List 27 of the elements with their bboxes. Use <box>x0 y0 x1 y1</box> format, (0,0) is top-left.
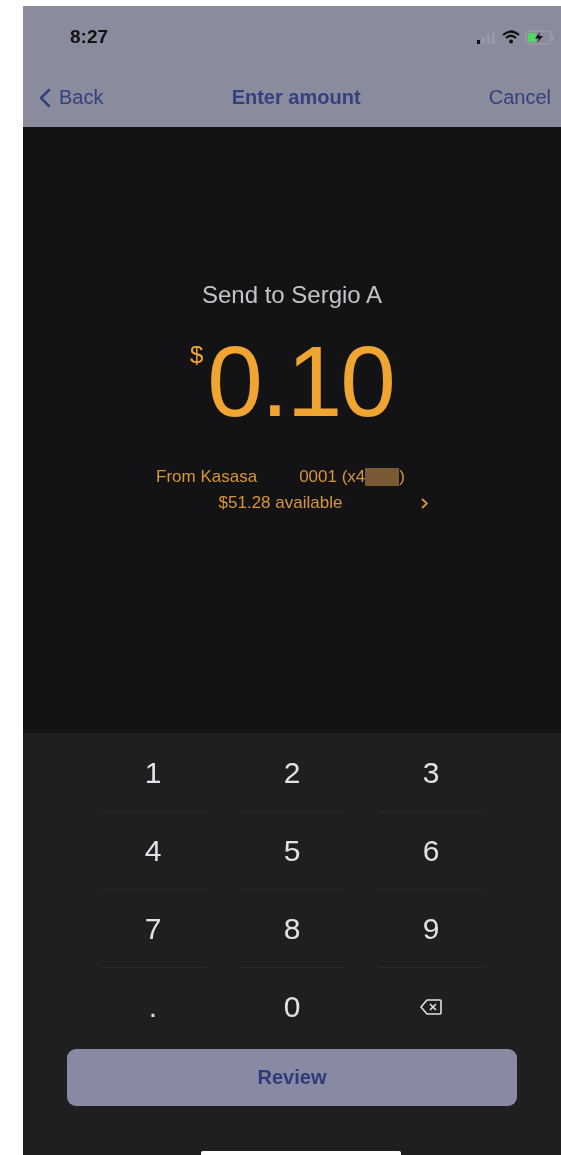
recipient-label: Send to Sergio A <box>201 281 383 309</box>
available-balance: $51.28 available <box>218 493 343 513</box>
wifi-icon <box>502 30 520 44</box>
keypad-key[interactable]: 9 <box>378 890 484 968</box>
keypad-key[interactable]: 8 <box>239 890 345 968</box>
account-number: 0001 (x4 <box>299 467 366 487</box>
keypad-key[interactable]: . <box>100 968 206 1046</box>
backspace-icon <box>420 998 442 1015</box>
keypad-key[interactable]: 1 <box>100 734 206 812</box>
redaction-bar <box>365 468 400 486</box>
signal-icon <box>477 30 497 44</box>
keypad-key[interactable]: 7 <box>100 890 206 968</box>
keypad-key[interactable]: 4 <box>100 812 206 890</box>
keypad-key[interactable]: 6 <box>378 812 484 890</box>
keypad-key[interactable]: 2 <box>239 734 345 812</box>
source-account-label: From Kasasa <box>156 467 258 487</box>
chevron-left-icon <box>39 87 51 108</box>
keypad-key[interactable]: 0 <box>239 968 345 1046</box>
keypad-key[interactable]: 3 <box>378 734 484 812</box>
account-number-end: ) <box>399 467 405 487</box>
amount-value: 0.10 <box>207 331 394 431</box>
keypad-key[interactable]: 5 <box>239 812 345 890</box>
status-time: 8:27 <box>70 26 109 48</box>
currency-symbol: $ <box>190 341 204 369</box>
screen-title: Enter amount <box>231 86 361 109</box>
battery-charging-icon <box>525 29 555 45</box>
chevron-right-icon[interactable] <box>420 497 428 509</box>
